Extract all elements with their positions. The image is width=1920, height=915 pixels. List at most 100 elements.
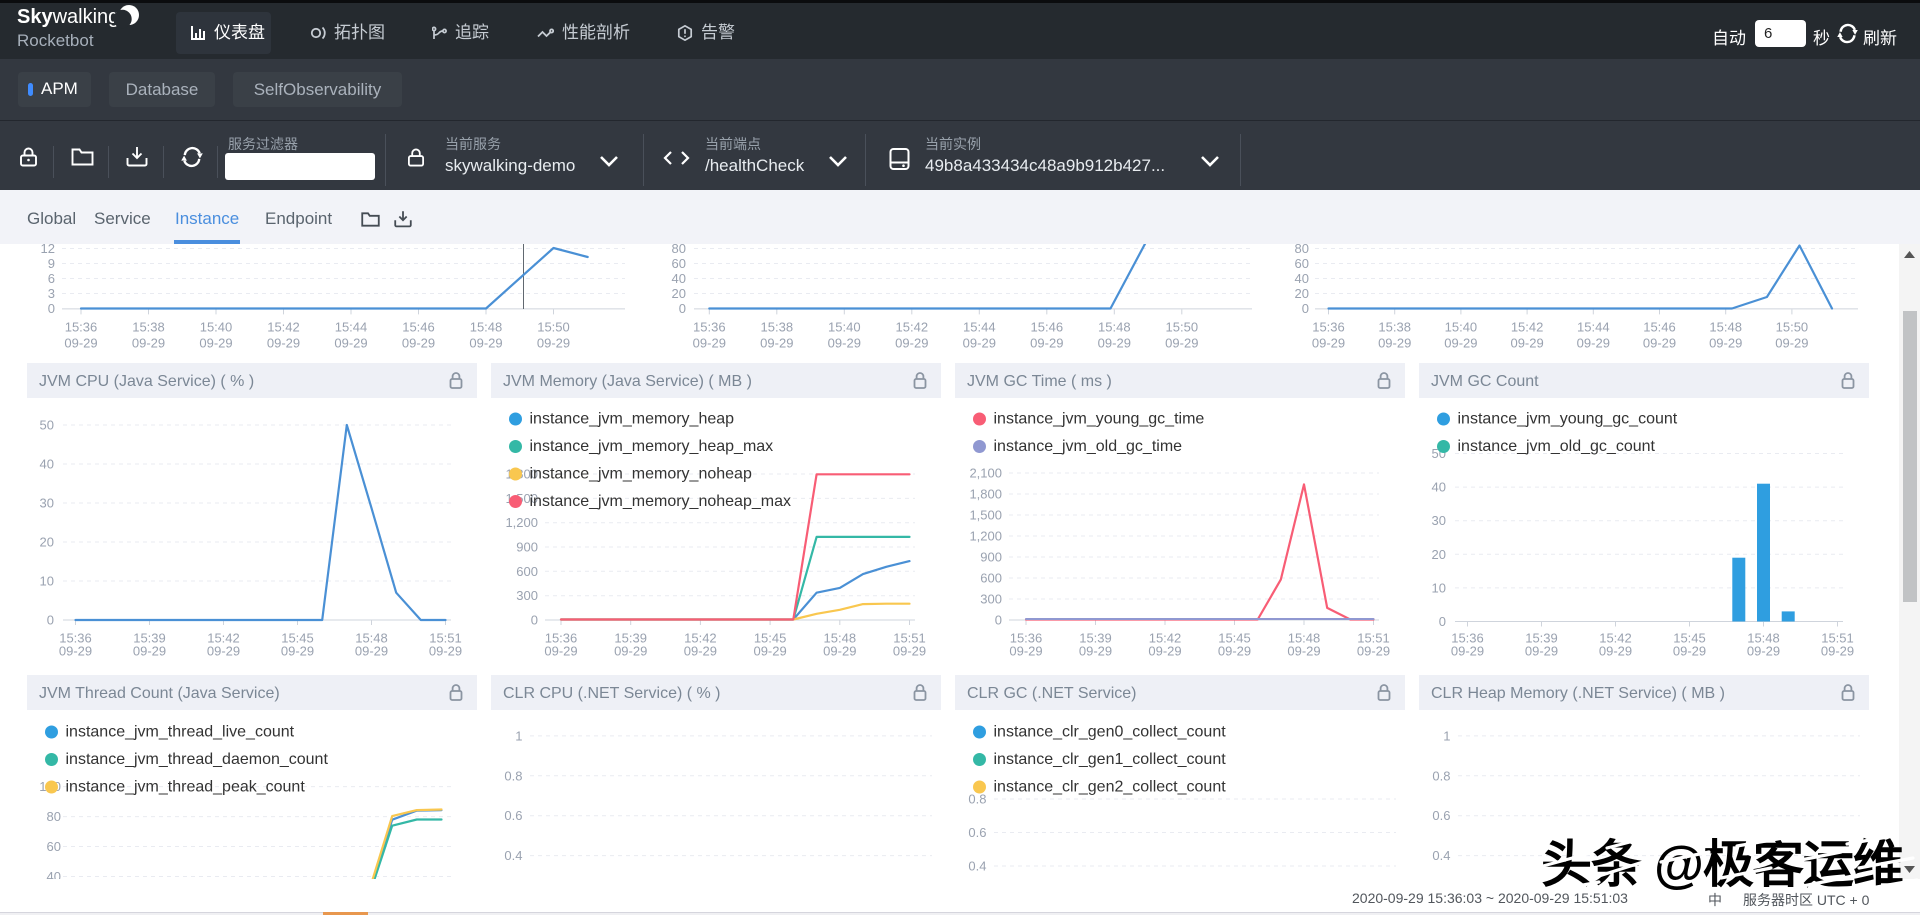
svg-text:09-29: 09-29 [1709,336,1742,351]
svg-text:0: 0 [1439,614,1446,629]
svg-text:09-29: 09-29 [1148,644,1181,659]
svg-text:1: 1 [515,728,522,743]
svg-text:15:40: 15:40 [200,320,233,335]
svg-text:instance_jvm_young_gc_count: instance_jvm_young_gc_count [1458,411,1678,428]
svg-text:0.4: 0.4 [1432,848,1450,863]
svg-text:09-29: 09-29 [1775,336,1808,351]
svg-text:JVM GC Count: JVM GC Count [1431,373,1539,390]
svg-text:instance_jvm_memory_noheap: instance_jvm_memory_noheap [530,466,752,483]
svg-text:09-29: 09-29 [1747,644,1780,659]
svg-text:09-29: 09-29 [1525,644,1558,659]
svg-text:80: 80 [672,244,686,256]
svg-text:09-29: 09-29 [1378,336,1411,351]
svg-text:09-29: 09-29 [1312,336,1345,351]
svg-text:09-29: 09-29 [753,644,786,659]
svg-text:15:50: 15:50 [1776,320,1809,335]
svg-text:900: 900 [516,540,538,555]
svg-text:1,200: 1,200 [969,529,1002,544]
svg-text:09-29: 09-29 [828,336,861,351]
svg-text:09-29: 09-29 [544,644,577,659]
svg-text:instance_clr_gen1_collect_coun: instance_clr_gen1_collect_count [994,751,1227,768]
svg-text:40: 40 [40,457,54,472]
svg-text:20: 20 [40,535,54,550]
svg-text:instance_jvm_memory_heap: instance_jvm_memory_heap [530,411,735,428]
svg-text:15:42: 15:42 [267,320,300,335]
svg-text:09-29: 09-29 [1098,336,1131,351]
svg-text:15:36: 15:36 [1312,320,1345,335]
svg-text:900: 900 [980,550,1002,565]
svg-text:09-29: 09-29 [429,644,462,659]
svg-text:40: 40 [672,271,686,286]
svg-text:instance_jvm_old_gc_count: instance_jvm_old_gc_count [1458,438,1656,455]
svg-text:instance_jvm_memory_noheap_max: instance_jvm_memory_noheap_max [530,493,791,510]
svg-text:09-29: 09-29 [895,336,928,351]
svg-text:09-29: 09-29 [963,336,996,351]
svg-text:80: 80 [47,809,61,824]
svg-text:30: 30 [1432,513,1446,528]
svg-text:40: 40 [47,869,61,879]
svg-text:0.8: 0.8 [1432,768,1450,783]
svg-text:instance_jvm_old_gc_time: instance_jvm_old_gc_time [994,438,1183,455]
svg-text:instance_jvm_young_gc_time: instance_jvm_young_gc_time [994,411,1205,428]
svg-text:09-29: 09-29 [1643,336,1676,351]
svg-text:09-29: 09-29 [1673,644,1706,659]
svg-text:20: 20 [1295,286,1309,301]
svg-text:15:48: 15:48 [1709,320,1742,335]
svg-text:instance_jvm_memory_heap_max: instance_jvm_memory_heap_max [530,438,774,455]
svg-text:1,800: 1,800 [969,487,1002,502]
svg-text:09-29: 09-29 [1287,644,1320,659]
svg-text:15:48: 15:48 [1098,320,1131,335]
svg-text:15:38: 15:38 [1378,320,1411,335]
svg-text:15:44: 15:44 [963,320,996,335]
svg-text:09-29: 09-29 [133,644,166,659]
svg-text:09-29: 09-29 [1599,644,1632,659]
svg-text:09-29: 09-29 [1577,336,1610,351]
svg-text:10: 10 [40,574,54,589]
svg-text:instance_clr_gen0_collect_coun: instance_clr_gen0_collect_count [994,724,1227,741]
svg-text:09-29: 09-29 [1821,644,1854,659]
svg-text:JVM Memory (Java Service) ( MB: JVM Memory (Java Service) ( MB ) [503,373,752,390]
svg-text:09-29: 09-29 [59,644,92,659]
svg-text:JVM GC Time ( ms ): JVM GC Time ( ms ) [967,373,1112,390]
svg-text:JVM Thread Count (Java Service: JVM Thread Count (Java Service) [39,685,280,702]
svg-text:09-29: 09-29 [469,336,502,351]
svg-text:1,500: 1,500 [969,508,1002,523]
svg-text:15:48: 15:48 [470,320,503,335]
svg-text:09-29: 09-29 [1444,336,1477,351]
svg-text:09-29: 09-29 [823,644,856,659]
svg-text:CLR CPU (.NET Service) ( % ): CLR CPU (.NET Service) ( % ) [503,685,721,702]
svg-text:09-29: 09-29 [760,336,793,351]
svg-text:09-29: 09-29 [1030,336,1063,351]
svg-text:15:38: 15:38 [132,320,165,335]
svg-text:15:46: 15:46 [1031,320,1064,335]
svg-text:0.6: 0.6 [504,808,522,823]
svg-text:15:42: 15:42 [1511,320,1544,335]
svg-text:6: 6 [48,271,55,286]
svg-text:15:38: 15:38 [761,320,794,335]
svg-text:instance_jvm_thread_live_count: instance_jvm_thread_live_count [66,724,295,741]
svg-text:0: 0 [48,301,55,316]
svg-text:09-29: 09-29 [402,336,435,351]
svg-text:0: 0 [679,301,686,316]
svg-text:1,200: 1,200 [505,515,538,530]
svg-text:15:50: 15:50 [1166,320,1199,335]
svg-text:15:50: 15:50 [537,320,570,335]
svg-text:10: 10 [1432,580,1446,595]
svg-text:instance_clr_gen2_collect_coun: instance_clr_gen2_collect_count [994,779,1227,796]
svg-text:09-29: 09-29 [684,644,717,659]
svg-text:09-29: 09-29 [893,644,926,659]
svg-text:09-29: 09-29 [1079,644,1112,659]
svg-text:15:36: 15:36 [65,320,98,335]
svg-text:instance_jvm_thread_daemon_cou: instance_jvm_thread_daemon_count [66,751,329,768]
svg-text:9: 9 [48,256,55,271]
svg-text:300: 300 [516,588,538,603]
svg-text:15:46: 15:46 [1643,320,1676,335]
svg-text:15:46: 15:46 [402,320,435,335]
svg-text:80: 80 [1295,244,1309,256]
svg-text:09-29: 09-29 [207,644,240,659]
svg-text:09-29: 09-29 [267,336,300,351]
svg-text:3: 3 [48,286,55,301]
svg-text:09-29: 09-29 [199,336,232,351]
svg-text:600: 600 [980,571,1002,586]
svg-text:15:44: 15:44 [335,320,368,335]
